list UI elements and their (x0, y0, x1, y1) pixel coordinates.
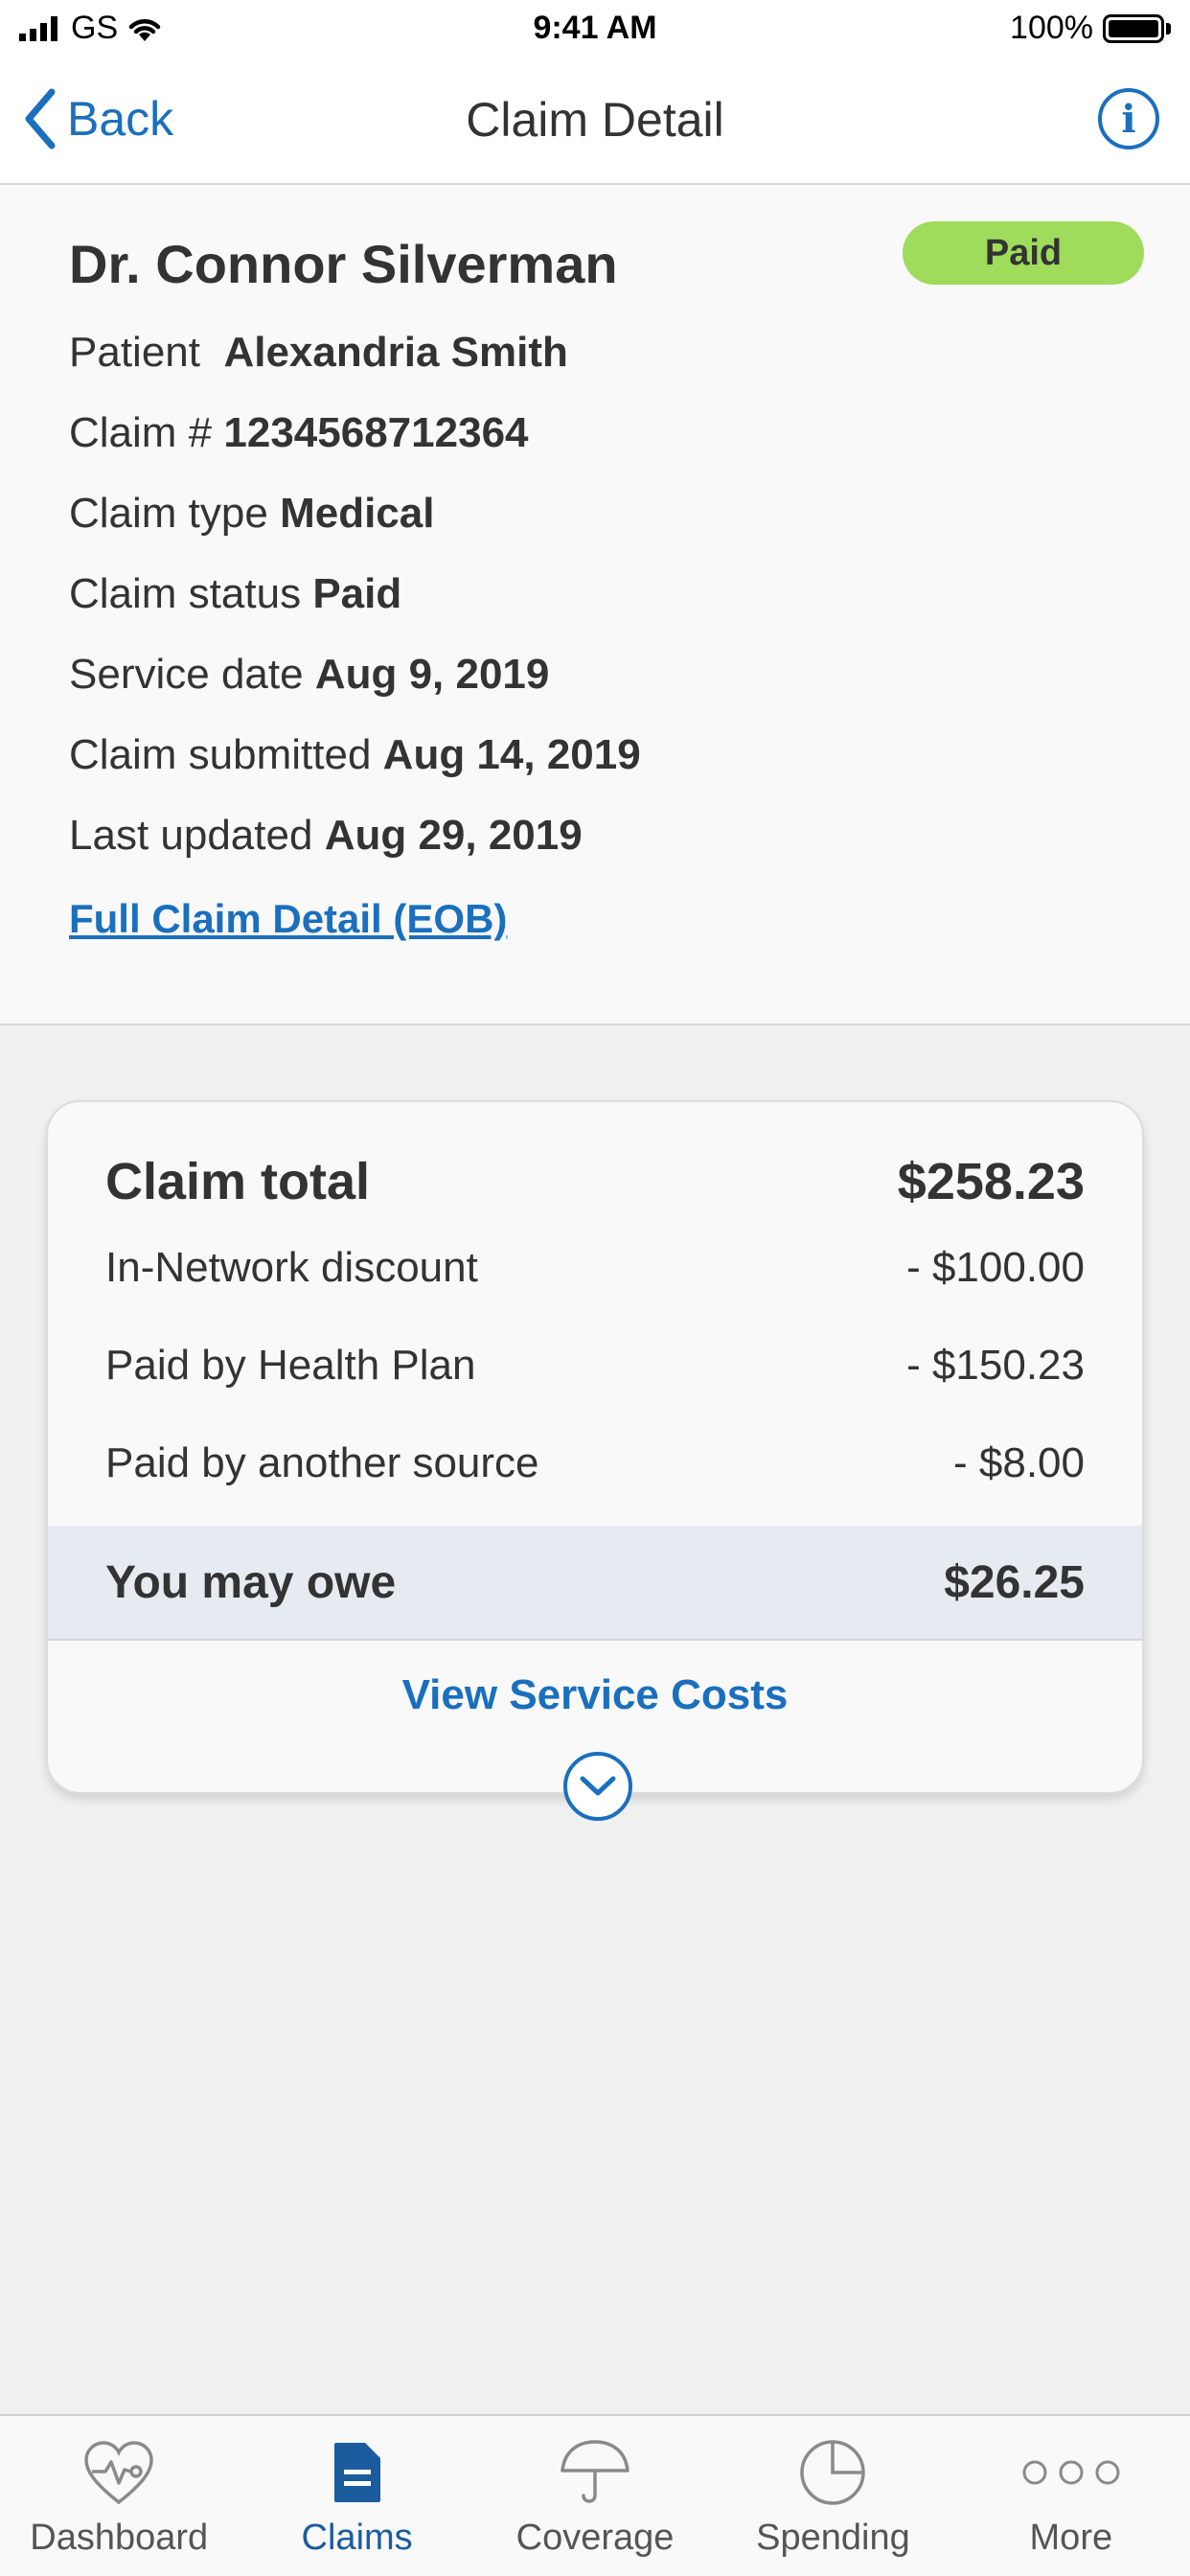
claim-total-label: Claim total (105, 1153, 371, 1210)
service-date-label: Service date (69, 651, 304, 698)
claim-status-label: Claim status (69, 570, 302, 617)
battery-cap (1166, 22, 1171, 34)
service-date-row: Service date Aug 9, 2019 (69, 651, 549, 699)
updated-label: Last updated (69, 812, 313, 859)
tab-label: Coverage (515, 2518, 675, 2558)
tab-more[interactable]: More (952, 2416, 1190, 2576)
umbrella-icon (559, 2435, 631, 2510)
health-plan-label: Paid by Health Plan (105, 1342, 476, 1389)
tab-label: Dashboard (30, 2518, 209, 2558)
tab-bar: Dashboard Claims Coverage Spending More (0, 2414, 1190, 2576)
claim-number-value: 1234568712364 (223, 409, 529, 456)
info-icon[interactable]: i (1098, 88, 1159, 150)
submitted-label: Claim submitted (69, 731, 372, 778)
pie-chart-icon (798, 2435, 867, 2510)
battery-icon (1103, 13, 1164, 43)
tab-claims[interactable]: Claims (238, 2416, 475, 2576)
patient-value: Alexandria Smith (223, 329, 568, 376)
claim-type-value: Medical (280, 490, 435, 537)
claim-status-value: Paid (312, 570, 402, 617)
heart-pulse-icon (82, 2435, 155, 2510)
discount-row: In-Network discount - $100.00 (105, 1244, 1085, 1292)
view-service-costs-button[interactable]: View Service Costs (48, 1671, 1142, 1719)
health-plan-value: - $150.23 (906, 1342, 1085, 1389)
owe-label: You may owe (105, 1557, 397, 1608)
claim-total-row: Claim total $258.23 (105, 1152, 1085, 1211)
updated-row: Last updated Aug 29, 2019 (69, 812, 583, 860)
page-title: Claim Detail (466, 93, 724, 147)
other-source-value: - $8.00 (953, 1439, 1085, 1486)
status-right: 100% (1010, 10, 1171, 47)
discount-label: In-Network discount (105, 1244, 478, 1291)
battery-percent: 100% (1010, 10, 1093, 46)
discount-value: - $100.00 (906, 1244, 1085, 1291)
eob-link[interactable]: Full Claim Detail (EOB) (69, 896, 507, 942)
updated-value: Aug 29, 2019 (324, 812, 583, 859)
you-may-owe-row: You may owe $26.25 (105, 1556, 1085, 1609)
tab-spending[interactable]: Spending (714, 2416, 951, 2576)
provider-name: Dr. Connor Silverman (69, 234, 618, 294)
claim-number-row: Claim # 1234568712364 (69, 409, 529, 457)
document-icon (331, 2435, 384, 2510)
nav-bar: Back Claim Detail i (0, 59, 1190, 185)
service-date-value: Aug 9, 2019 (314, 651, 550, 698)
other-source-label: Paid by another source (105, 1439, 539, 1486)
tab-label: Claims (301, 2518, 413, 2558)
tab-dashboard[interactable]: Dashboard (0, 2416, 238, 2576)
you-may-owe-band: You may owe $26.25 (48, 1526, 1142, 1641)
more-dots-icon (1021, 2435, 1121, 2510)
health-plan-row: Paid by Health Plan - $150.23 (105, 1342, 1085, 1390)
other-source-row: Paid by another source - $8.00 (105, 1439, 1085, 1487)
tab-label: More (1029, 2518, 1113, 2558)
claim-info-section: Dr. Connor Silverman Paid Patient Alexan… (0, 185, 1190, 1025)
claim-number-label: Claim # (69, 409, 213, 456)
status-bar: GS 9:41 AM 100% (0, 0, 1190, 59)
patient-row: Patient Alexandria Smith (69, 329, 568, 377)
patient-label: Patient (69, 329, 200, 376)
chevron-down-icon[interactable] (563, 1752, 632, 1821)
claim-total-value: $258.23 (897, 1153, 1085, 1210)
claim-type-label: Claim type (69, 490, 268, 537)
claim-type-row: Claim type Medical (69, 490, 434, 538)
tab-coverage[interactable]: Coverage (476, 2416, 714, 2576)
status-badge: Paid (903, 221, 1144, 285)
claim-status-row: Claim status Paid (69, 570, 401, 618)
tab-label: Spending (756, 2518, 910, 2558)
owe-value: $26.25 (944, 1557, 1085, 1608)
claim-total-card: Claim total $258.23 In-Network discount … (46, 1100, 1144, 1794)
submitted-row: Claim submitted Aug 14, 2019 (69, 731, 641, 779)
submitted-value: Aug 14, 2019 (382, 731, 641, 778)
